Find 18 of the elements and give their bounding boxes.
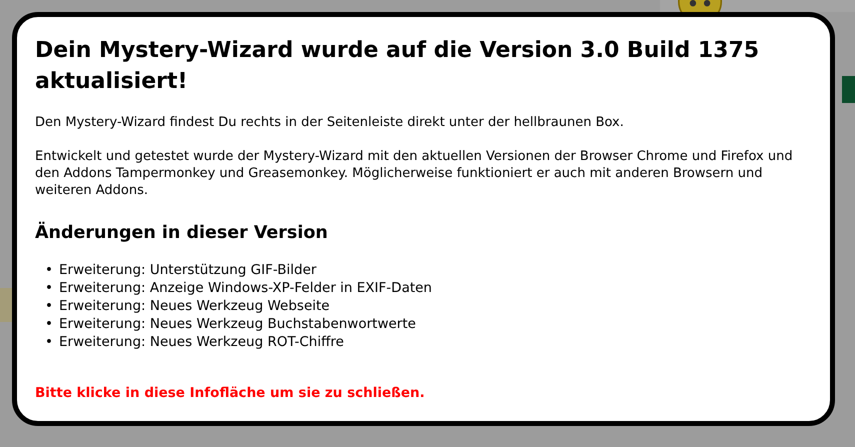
change-item: Erweiterung: Neues Werkzeug Webseite [59, 297, 330, 315]
section-heading: Änderungen in dieser Version [35, 221, 329, 245]
page-tab-strip [842, 76, 855, 103]
info-dialog[interactable] [12, 12, 835, 426]
close-hint: Bitte klicke in diese Infofläche um sie zu schließen. [35, 384, 426, 402]
dialog-title: Dein Mystery-Wizard wurde auf die Version 3.0 Build 1375 aktualisiert! [35, 37, 760, 96]
change-item: Erweiterung: Neues Werkzeug Buchstabenwortwerte [59, 315, 416, 333]
smiley-icon [678, 0, 722, 12]
bullet: • [45, 261, 54, 279]
change-item: Erweiterung: Anzeige Windows-XP-Felder in EXIF-Daten [59, 279, 432, 297]
bullet: • [45, 333, 54, 351]
bullet: • [45, 297, 54, 315]
change-item: Erweiterung: Neues Werkzeug ROT-Chiffre [59, 333, 344, 351]
bullet: • [45, 315, 54, 333]
paragraph: Entwickelt und getestet wurde der Mystery-Wizard mit den aktuellen Versionen der Browser Chrome und Firefox und den Addons Tampermonkey und Greasemonkey. Möglicherweise funktioniert er auch mit anderen Browsern und weiteren Addons. [35, 148, 794, 199]
bullet: • [45, 279, 54, 297]
change-item: Erweiterung: Unterstützung GIF-Bilder [59, 261, 316, 279]
paragraph: Den Mystery-Wizard findest Du rechts in der Seitenleiste direkt unter der hellbraunen Box. [35, 114, 625, 131]
